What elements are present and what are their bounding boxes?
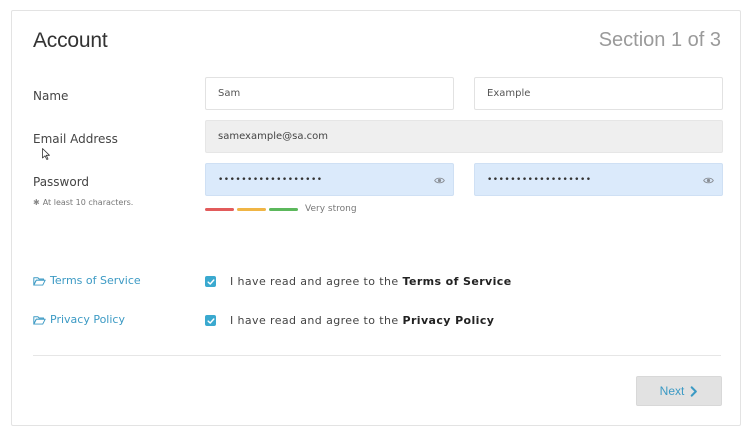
- password-strength-meter: Very strong: [205, 204, 357, 214]
- folder-open-icon: [33, 276, 46, 286]
- strength-segment-medium: [237, 207, 266, 211]
- email-value: samexample@sa.com: [218, 131, 328, 142]
- email-field[interactable]: samexample@sa.com: [205, 120, 723, 153]
- name-label: Name: [33, 89, 69, 103]
- privacy-policy-link[interactable]: Privacy Policy: [33, 313, 125, 326]
- terms-agree-text: I have read and agree to the: [230, 275, 399, 288]
- password-value: ••••••••••••••••••: [218, 174, 323, 185]
- check-icon: [206, 278, 215, 285]
- folder-open-icon: [33, 315, 46, 325]
- terms-checkbox-row: I have read and agree to the Terms of Se…: [205, 275, 512, 288]
- privacy-agree-bold: Privacy Policy: [402, 314, 495, 327]
- strength-label: Very strong: [305, 204, 357, 214]
- email-label: Email Address: [33, 132, 118, 146]
- last-name-value: Example: [487, 88, 531, 99]
- section-indicator: Section 1 of 3: [598, 29, 721, 51]
- privacy-checkbox[interactable]: [205, 315, 216, 326]
- mouse-cursor-icon: [42, 148, 50, 160]
- chevron-right-icon: [691, 385, 698, 397]
- eye-icon[interactable]: [434, 175, 445, 186]
- password-hint: ✱ At least 10 characters.: [33, 198, 133, 207]
- terms-of-service-link[interactable]: Terms of Service: [33, 274, 141, 287]
- confirm-password-input[interactable]: ••••••••••••••••••: [474, 163, 723, 196]
- terms-checkbox[interactable]: [205, 276, 216, 287]
- check-icon: [206, 317, 215, 324]
- first-name-value: Sam: [218, 88, 241, 99]
- form-title: Account: [33, 29, 108, 52]
- terms-link-text: Terms of Service: [50, 274, 141, 287]
- asterisk-icon: ✱: [33, 198, 40, 207]
- next-button[interactable]: Next: [636, 376, 722, 406]
- password-hint-text: At least 10 characters.: [42, 198, 134, 207]
- password-label: Password: [33, 175, 90, 189]
- privacy-checkbox-row: I have read and agree to the Privacy Pol…: [205, 314, 494, 327]
- privacy-agree-text: I have read and agree to the: [230, 314, 399, 327]
- footer-divider: [33, 355, 721, 356]
- strength-segment-strong: [269, 207, 298, 211]
- privacy-link-text: Privacy Policy: [50, 313, 125, 326]
- strength-segment-weak: [205, 207, 234, 211]
- terms-agree-bold: Terms of Service: [402, 275, 512, 288]
- account-form-card: Account Section 1 of 3 Name Sam Example …: [11, 10, 741, 426]
- eye-icon[interactable]: [703, 175, 714, 186]
- confirm-password-value: ••••••••••••••••••: [487, 174, 592, 185]
- first-name-input[interactable]: Sam: [205, 77, 454, 110]
- password-input[interactable]: ••••••••••••••••••: [205, 163, 454, 196]
- next-button-label: Next: [659, 384, 685, 398]
- last-name-input[interactable]: Example: [474, 77, 723, 110]
